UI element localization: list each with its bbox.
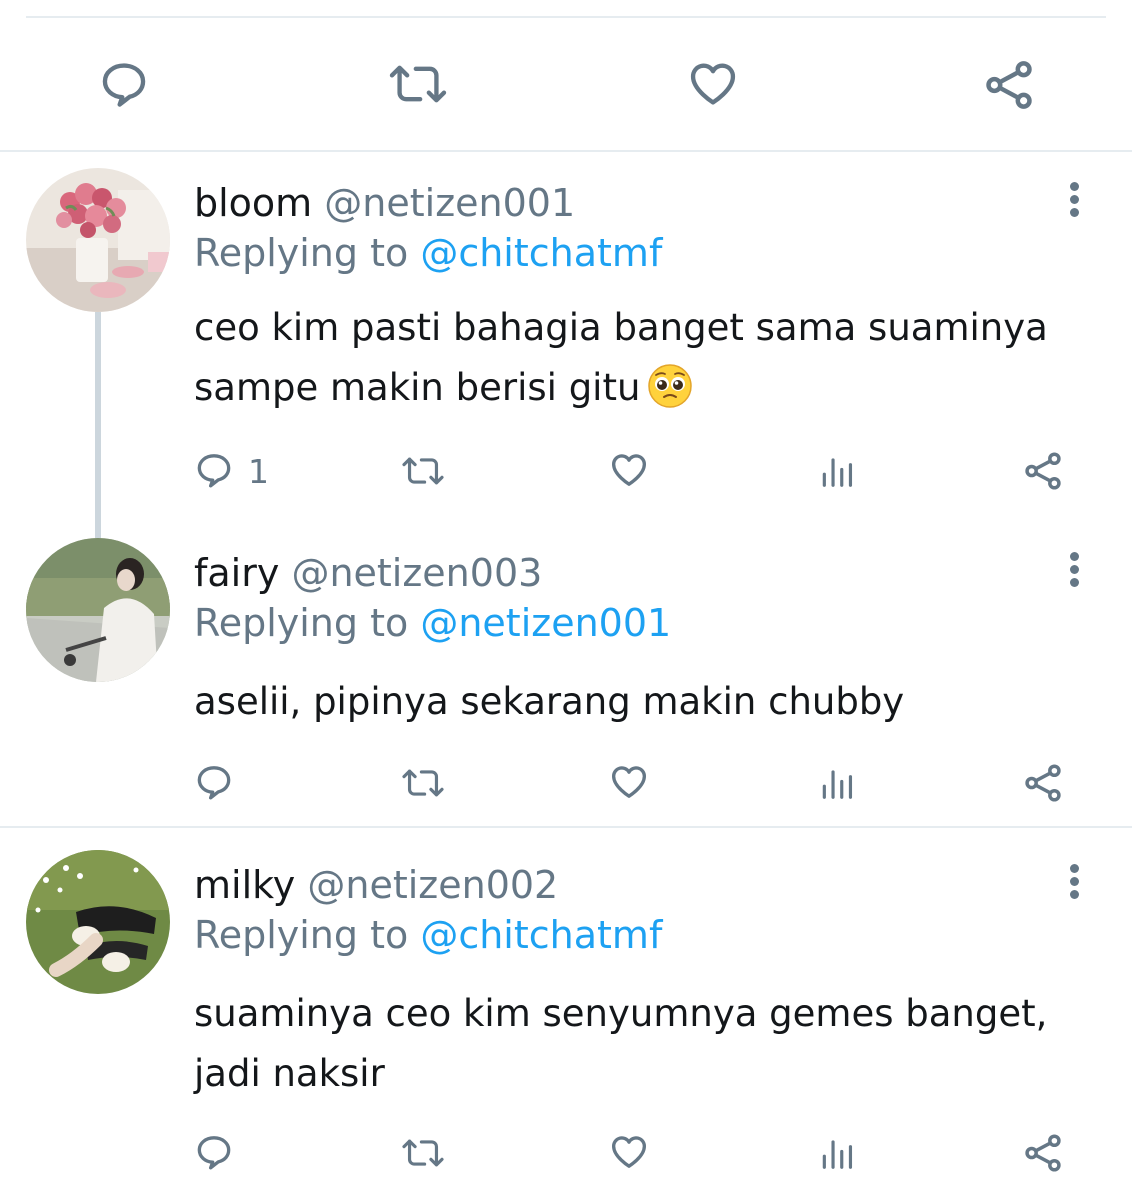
share-icon[interactable] [1022,450,1064,492]
reply-icon[interactable] [98,58,150,110]
replying-to-line: Replying to @chitchatmf [194,230,662,276]
mention-link[interactable]: @netizen001 [420,601,671,645]
reply-icon[interactable] [194,1132,234,1172]
thread-connector-line [95,312,101,538]
tweet-text: ceo kim pasti bahagia banget sama suamin… [194,298,1074,418]
more-options-icon[interactable] [1064,862,1084,902]
reply-count: 1 [248,452,269,491]
pleading-face-emoji [646,362,694,410]
replying-to-line: Replying to @netizen001 [194,600,671,646]
tweet-text: aselii, pipinya sekarang makin chubby [194,672,1074,732]
reply-icon[interactable] [194,762,234,802]
reply-header: milky @netizen002 [194,862,558,908]
retweet-icon[interactable] [398,452,448,490]
like-icon[interactable] [608,450,650,490]
analytics-icon[interactable] [818,452,856,490]
share-icon[interactable] [982,58,1036,112]
more-options-icon[interactable] [1064,550,1084,590]
display-name[interactable]: fairy [194,551,279,595]
top-divider [26,16,1106,18]
reply-icon[interactable] [194,450,234,490]
retweet-icon[interactable] [398,1134,448,1172]
tweet-text-content: aselii, pipinya sekarang makin chubby [194,680,905,723]
like-icon[interactable] [686,58,740,110]
section-divider [0,826,1132,828]
retweet-icon[interactable] [384,58,452,110]
display-name[interactable]: bloom [194,181,312,225]
replying-to-label: Replying to [194,913,409,957]
reply-header: fairy @netizen003 [194,550,542,596]
mention-link[interactable]: @chitchatmf [420,913,662,957]
avatar[interactable] [26,168,170,312]
replying-to-label: Replying to [194,601,409,645]
section-divider [0,150,1132,152]
analytics-icon[interactable] [818,1134,856,1172]
replying-to-line: Replying to @chitchatmf [194,912,662,958]
like-icon[interactable] [608,762,650,802]
share-icon[interactable] [1022,1132,1064,1174]
user-handle[interactable]: @netizen001 [324,181,575,225]
like-icon[interactable] [608,1132,650,1172]
avatar[interactable] [26,538,170,682]
tweet-text: suaminya ceo kim senyumnya gemes banget,… [194,984,1074,1104]
replying-to-label: Replying to [194,231,409,275]
user-handle[interactable]: @netizen003 [291,551,542,595]
user-handle[interactable]: @netizen002 [307,863,558,907]
display-name[interactable]: milky [194,863,295,907]
analytics-icon[interactable] [818,764,856,802]
reply-header: bloom @netizen001 [194,180,575,226]
more-options-icon[interactable] [1064,180,1084,220]
mention-link[interactable]: @chitchatmf [420,231,662,275]
tweet-text-content: suaminya ceo kim senyumnya gemes banget,… [194,992,1048,1095]
avatar[interactable] [26,850,170,994]
tweet-text-content: ceo kim pasti bahagia banget sama suamin… [194,306,1048,409]
share-icon[interactable] [1022,762,1064,804]
retweet-icon[interactable] [398,764,448,802]
